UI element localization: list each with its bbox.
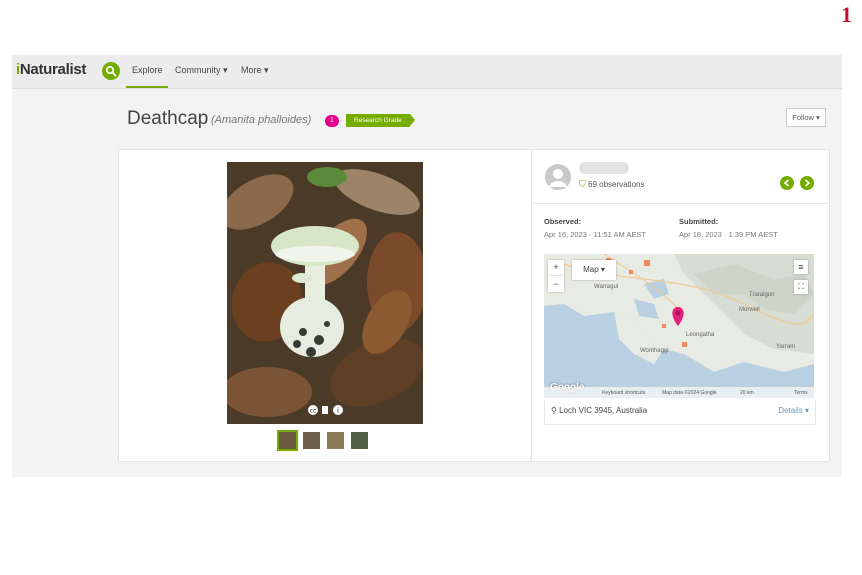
user-observation-count[interactable]: ⛉ 69 observations: [579, 179, 644, 190]
quality-grade-badge: Research Grade: [346, 114, 415, 127]
thumbnail-2[interactable]: [303, 432, 320, 449]
user-name-redacted[interactable]: [579, 162, 629, 174]
map-label-yarram: Yarram: [776, 344, 796, 350]
map-footer: Keyboard shortcuts Map data ©2024 Google…: [544, 387, 814, 398]
nav-active-underline: [126, 86, 168, 88]
user-avatar[interactable]: [545, 164, 571, 190]
observation-map[interactable]: + − Map ▾ ≡ ⛶ Google Keyboard shortcuts …: [544, 254, 814, 398]
thumbnail-1[interactable]: [277, 430, 298, 451]
corner-number: 1: [841, 2, 852, 27]
logo-text: Naturalist: [19, 61, 87, 78]
panel-divider: [531, 150, 532, 461]
previous-observation-button[interactable]: [780, 176, 794, 190]
observation-panel: cc i ⛉ 69 observations Observed: Apr 16,…: [118, 149, 830, 462]
observation-count-label: 69 observations: [588, 180, 645, 189]
zoom-in-button[interactable]: +: [548, 260, 564, 276]
inaturalist-logo[interactable]: iNaturalist: [16, 61, 86, 78]
observed-date: Apr 16, 2023 · 11:51 AM AEST: [544, 230, 647, 239]
svg-text:i: i: [337, 407, 339, 415]
map-label-traralgon: Traralgon: [749, 292, 775, 298]
binoculars-icon: ⛉: [579, 179, 586, 189]
location-row: ⚲ Loch VIC 3945, Australia Details ▾: [544, 400, 816, 425]
map-label-leongatha: Leongatha: [686, 332, 715, 338]
identification-count-badge[interactable]: 1: [325, 115, 339, 127]
location-details-link[interactable]: Details ▾: [778, 406, 809, 415]
map-scale: 20 km: [740, 390, 754, 396]
terms-link[interactable]: Terms: [794, 390, 808, 396]
fullscreen-icon[interactable]: ⛶: [794, 280, 808, 294]
submitted-label: Submitted:: [679, 217, 719, 226]
nav-more[interactable]: More ▾: [241, 65, 269, 76]
location-text: ⚲ Loch VIC 3945, Australia: [551, 406, 647, 415]
common-name-title: Deathcap: [127, 108, 209, 129]
next-observation-button[interactable]: [800, 176, 814, 190]
submitted-date: Apr 18, 2023 · 1:39 PM AEST: [679, 230, 778, 239]
map-zoom-controls: + −: [548, 260, 564, 292]
map-data-attribution: Map data ©2024 Google: [662, 390, 717, 396]
layers-icon[interactable]: ≡: [794, 260, 808, 274]
follow-button[interactable]: Follow ▾: [786, 108, 826, 127]
map-pin-icon: ⚲: [551, 406, 557, 415]
user-section-separator: [532, 203, 828, 204]
inaturalist-window: iNaturalist Explore Community ▾ More ▾ D…: [12, 55, 842, 477]
photo-license-icons[interactable]: cc i: [307, 403, 347, 421]
map-label-warragul: Warragul: [594, 284, 619, 290]
nav-community[interactable]: Community ▾: [175, 65, 228, 76]
search-icon[interactable]: [102, 62, 120, 80]
svg-text:cc: cc: [310, 408, 317, 415]
nav-explore[interactable]: Explore: [132, 65, 163, 75]
zoom-out-button[interactable]: −: [548, 276, 564, 292]
thumbnail-3[interactable]: [327, 432, 344, 449]
location-label: Loch VIC 3945, Australia: [559, 406, 648, 415]
observed-label: Observed:: [544, 217, 582, 226]
map-label-wonthaggi: Wonthaggi: [640, 348, 669, 354]
map-type-dropdown[interactable]: Map ▾: [572, 260, 616, 280]
scientific-name[interactable]: (Amanita phalloides): [211, 114, 311, 126]
thumbnail-4[interactable]: [351, 432, 368, 449]
observation-photo[interactable]: cc i: [227, 162, 423, 424]
keyboard-shortcuts-link[interactable]: Keyboard shortcuts: [602, 390, 645, 396]
map-label-morwell: Morwell: [739, 307, 760, 313]
top-nav-bar: iNaturalist Explore Community ▾ More ▾: [12, 55, 842, 89]
